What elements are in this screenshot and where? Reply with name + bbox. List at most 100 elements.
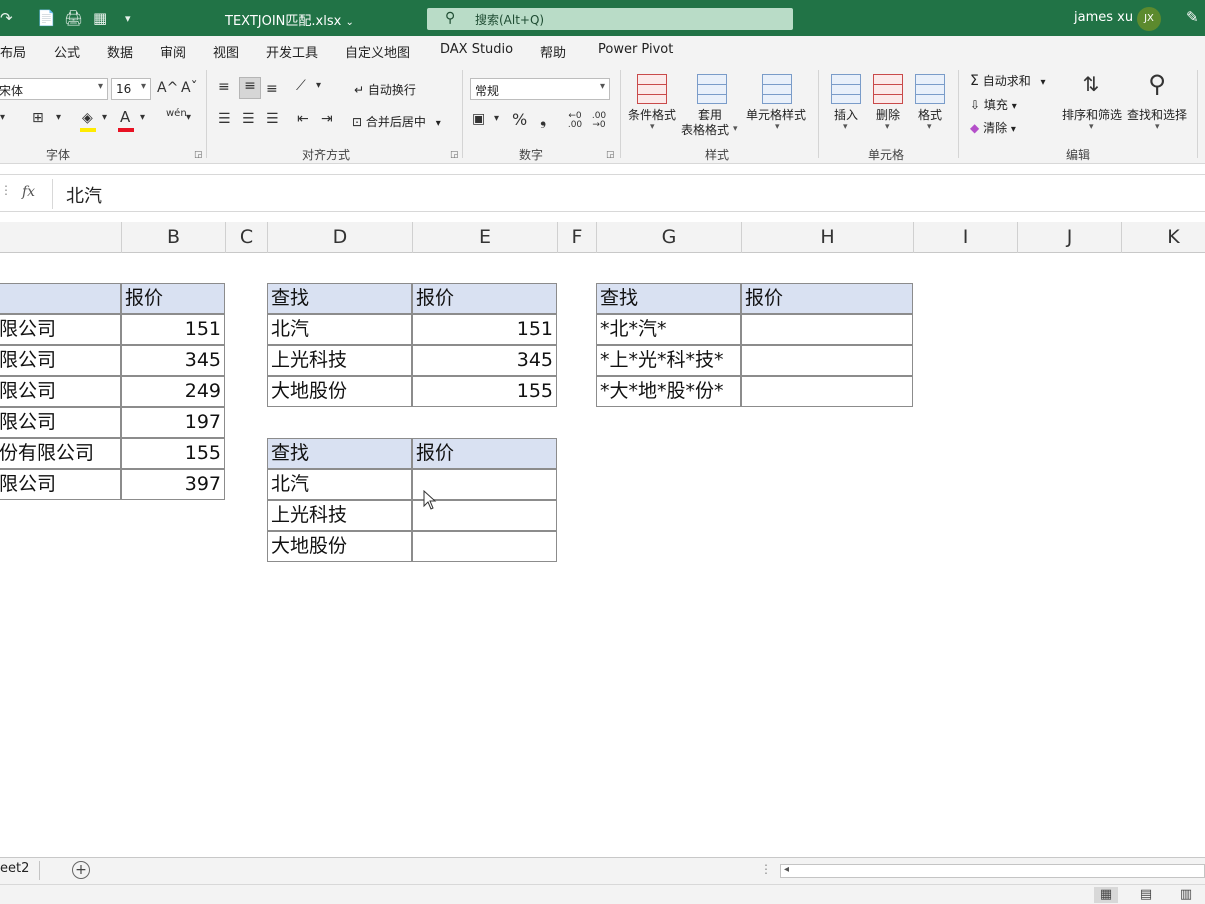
column-header-h[interactable]: H xyxy=(742,222,914,253)
splitter-handle[interactable]: ⋮ xyxy=(760,862,772,876)
font-name-select[interactable]: 宋体 ▾ xyxy=(0,78,108,100)
table-cell[interactable]: 上光科技 xyxy=(267,500,412,531)
column-header-a[interactable] xyxy=(0,222,122,253)
table-cell[interactable] xyxy=(0,283,121,314)
shrink-font-icon[interactable]: Aˇ xyxy=(181,80,198,96)
window-title[interactable]: TEXTJOIN匹配.xlsx ⌄ xyxy=(225,10,354,29)
number-format-select[interactable]: 常规 ▾ xyxy=(470,78,610,100)
decrease-indent-icon[interactable]: ⇤ xyxy=(297,111,309,127)
increase-decimal-icon[interactable]: ←0 .00 xyxy=(566,112,584,130)
autosum-button[interactable]: Σ 自动求和 ▾ xyxy=(970,72,1046,89)
table-cell[interactable]: *上*光*科*技* xyxy=(596,345,741,376)
table-header-cell[interactable]: 报价 xyxy=(412,283,557,314)
alignment-dialog-launcher-icon[interactable]: ◲ xyxy=(450,150,459,160)
table-cell[interactable] xyxy=(741,376,913,407)
align-bottom-icon[interactable]: ≡ xyxy=(266,81,278,97)
table-cell[interactable] xyxy=(741,314,913,345)
page-layout-view-icon[interactable]: ▤ xyxy=(1134,887,1158,903)
tab-view[interactable]: 视图 xyxy=(213,42,239,61)
merge-center-button[interactable]: ⊡ 合并后居中 ▾ xyxy=(352,113,441,130)
column-header-j[interactable]: J xyxy=(1018,222,1122,253)
table-cell[interactable]: 上光科技 xyxy=(267,345,412,376)
clear-button[interactable]: ◆ 清除 ▾ xyxy=(970,119,1016,136)
tab-page-layout[interactable]: 页面布局 xyxy=(0,42,26,61)
chevron-down-icon[interactable]: ▾ xyxy=(102,112,107,123)
tab-help[interactable]: 帮助 xyxy=(540,42,566,61)
redo-icon[interactable]: ↷ xyxy=(0,9,13,27)
insert-function-icon[interactable]: fx xyxy=(22,184,35,200)
wrap-text-button[interactable]: ↵ 自动换行 xyxy=(354,81,416,98)
table-header-cell[interactable]: 查找 xyxy=(267,283,412,314)
search-box[interactable]: ⚲ 搜索(Alt+Q) xyxy=(427,8,793,30)
form-icon[interactable]: ▦ xyxy=(93,9,107,27)
table-header-cell[interactable]: 报价 xyxy=(741,283,913,314)
tab-power-pivot[interactable]: Power Pivot xyxy=(598,42,673,57)
table-cell[interactable]: 限公司 xyxy=(0,407,121,438)
table-cell[interactable]: 197 xyxy=(121,407,225,438)
table-cell[interactable]: 155 xyxy=(121,438,225,469)
table-cell[interactable]: 限公司 xyxy=(0,345,121,376)
format-button[interactable]: 格式 xyxy=(918,106,942,123)
new-file-icon[interactable]: 📄 xyxy=(37,9,56,27)
column-header-i[interactable]: I xyxy=(914,222,1018,253)
worksheet-grid[interactable]: 报价 限公司 151 限公司 345 限公司 249 限公司 197 份有限公司… xyxy=(0,253,1205,857)
table-header-cell[interactable]: 报价 xyxy=(412,438,557,469)
user-name[interactable]: james xu xyxy=(1074,10,1133,25)
align-left-icon[interactable]: ☰ xyxy=(218,111,231,127)
sheet-tab-sheet2[interactable]: eet2 xyxy=(0,861,29,876)
table-cell[interactable]: 限公司 xyxy=(0,376,121,407)
tab-formulas[interactable]: 公式 xyxy=(54,42,80,61)
print-preview-icon[interactable]: 🖨 xyxy=(64,9,83,27)
table-header-cell[interactable]: 报价 xyxy=(121,283,225,314)
column-header-e[interactable]: E xyxy=(413,222,558,253)
chevron-down-icon[interactable]: ▾ xyxy=(140,112,145,123)
tab-data[interactable]: 数据 xyxy=(107,42,133,61)
table-cell[interactable]: 北汽 xyxy=(267,469,412,500)
decrease-decimal-icon[interactable]: .00 →0 xyxy=(590,112,608,130)
add-sheet-icon[interactable]: + xyxy=(72,861,90,879)
tab-custom-map[interactable]: 自定义地图 xyxy=(345,42,410,61)
page-break-view-icon[interactable]: ▥ xyxy=(1174,887,1198,903)
table-cell[interactable]: *大*地*股*份* xyxy=(596,376,741,407)
table-cell[interactable]: 151 xyxy=(121,314,225,345)
sort-filter-button[interactable]: 排序和筛选 xyxy=(1062,106,1122,123)
chevron-down-icon[interactable]: ▾ xyxy=(494,113,499,124)
border-icon[interactable]: ⊞ xyxy=(32,110,44,126)
table-cell[interactable] xyxy=(412,531,557,562)
formula-input[interactable]: 北汽 xyxy=(66,182,102,208)
column-header-f[interactable]: F xyxy=(558,222,597,253)
tab-developer[interactable]: 开发工具 xyxy=(266,42,318,61)
table-cell[interactable]: 限公司 xyxy=(0,469,121,500)
fill-color-icon[interactable]: ◈ xyxy=(82,110,93,126)
comma-style-icon[interactable]: ❟ xyxy=(540,110,546,130)
table-cell[interactable]: 大地股份 xyxy=(267,376,412,407)
percent-icon[interactable]: % xyxy=(512,110,527,129)
increase-indent-icon[interactable]: ⇥ xyxy=(321,111,333,127)
table-cell[interactable]: 限公司 xyxy=(0,314,121,345)
tab-review[interactable]: 审阅 xyxy=(160,42,186,61)
align-center-icon[interactable]: ☰ xyxy=(242,111,255,127)
customize-qa-icon[interactable]: ▾ xyxy=(125,12,131,25)
column-header-b[interactable]: B xyxy=(122,222,226,253)
table-cell[interactable]: 份有限公司 xyxy=(0,438,121,469)
accounting-format-icon[interactable]: ▣ xyxy=(472,111,485,127)
scroll-left-icon[interactable]: ◂ xyxy=(784,864,789,875)
normal-view-icon[interactable]: ▦ xyxy=(1094,887,1118,903)
cell-styles-button[interactable]: 单元格样式 xyxy=(746,106,806,123)
align-middle-icon[interactable]: ≡ xyxy=(239,77,261,99)
table-cell[interactable]: 249 xyxy=(121,376,225,407)
column-header-d[interactable]: D xyxy=(268,222,413,253)
pen-icon[interactable]: ✎ xyxy=(1186,8,1199,26)
chevron-down-icon[interactable]: ▾ xyxy=(316,80,321,91)
table-cell[interactable]: 345 xyxy=(412,345,557,376)
align-right-icon[interactable]: ☰ xyxy=(266,111,279,127)
column-header-c[interactable]: C xyxy=(226,222,268,253)
font-dialog-launcher-icon[interactable]: ◲ xyxy=(194,150,203,160)
column-header-g[interactable]: G xyxy=(597,222,742,253)
horizontal-scrollbar[interactable]: ◂ xyxy=(780,864,1205,878)
conditional-format-button[interactable]: 条件格式 xyxy=(628,106,676,123)
table-cell[interactable]: 155 xyxy=(412,376,557,407)
table-cell[interactable]: *北*汽* xyxy=(596,314,741,345)
name-box-edge[interactable]: ⋮ xyxy=(0,183,12,197)
grow-font-icon[interactable]: A^ xyxy=(157,80,178,96)
